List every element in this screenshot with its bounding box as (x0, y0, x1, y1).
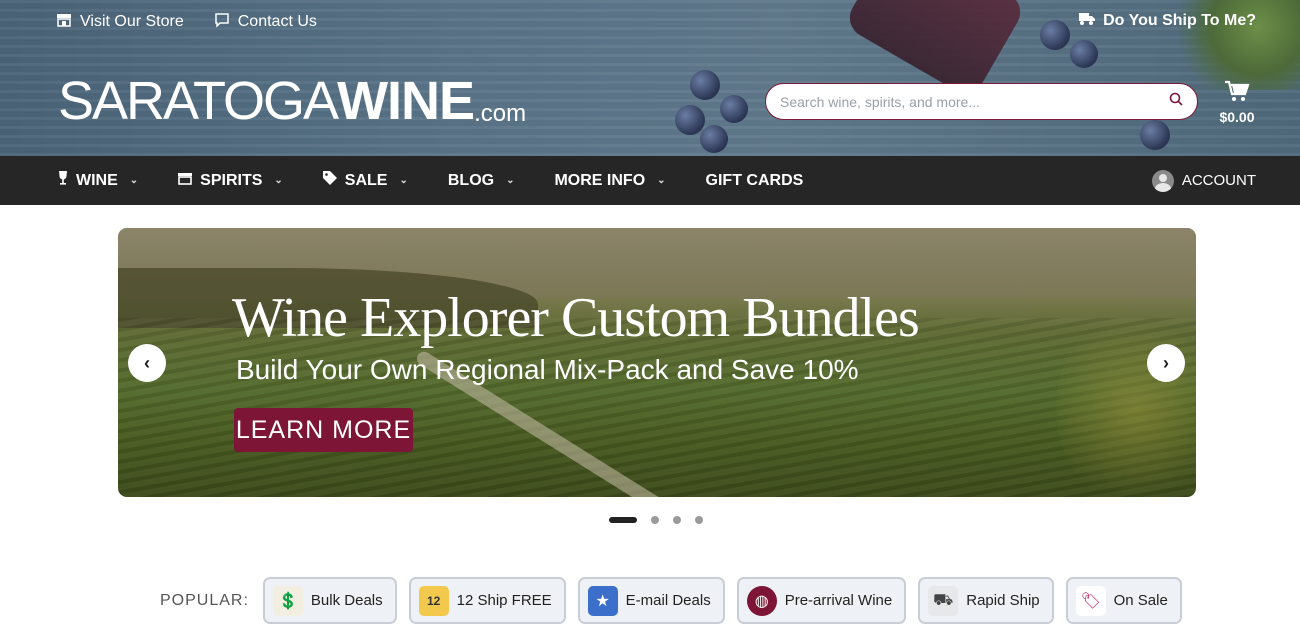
carousel-dot[interactable] (673, 516, 681, 524)
shipping-check-link[interactable]: Do You Ship To Me? (1079, 12, 1256, 30)
nav-label-more-info: MORE INFO (554, 171, 646, 189)
grape-image (1040, 20, 1070, 50)
visit-store-link[interactable]: Visit Our Store (56, 12, 184, 32)
pill-label: Bulk Deals (310, 592, 383, 609)
chat-icon (214, 12, 230, 32)
ship-question-label: Do You Ship To Me? (1103, 12, 1256, 29)
money-box-icon: 💲 (272, 585, 303, 616)
nav-item-more-info[interactable]: MORE INFO ⌄ (554, 172, 665, 190)
cart-total: $0.00 (1219, 109, 1255, 125)
chevron-right-icon: › (1163, 352, 1169, 373)
grape-image (1140, 120, 1170, 150)
popular-email-deals[interactable]: ★ E-mail Deals (577, 577, 725, 624)
site-logo[interactable]: SARATOGA WINE .com (58, 74, 526, 128)
nav-item-gift-cards[interactable]: GIFT CARDS (706, 172, 804, 190)
pill-label: Pre-arrival Wine (784, 592, 893, 609)
carousel-next-button[interactable]: › (1147, 344, 1185, 382)
chevron-down-icon: ⌄ (399, 175, 408, 186)
liquor-icon (178, 172, 193, 190)
search-bar (765, 83, 1198, 120)
popular-label: POPULAR: (160, 591, 249, 609)
contact-us-label: Contact Us (237, 13, 317, 30)
account-icon (1151, 169, 1174, 192)
cart-icon (1224, 80, 1250, 106)
cart-button[interactable]: $0.00 (1215, 80, 1259, 125)
nav-item-spirits[interactable]: SPIRITS ⌄ (178, 172, 283, 190)
main-navigation: WINE ⌄ SPIRITS ⌄ SALE ⌄ BLOG ⌄ MORE INFO… (0, 156, 1300, 205)
popular-rapid-ship[interactable]: ⛟ Rapid Ship (918, 577, 1054, 624)
popular-links: POPULAR: 💲 Bulk Deals 12 12 Ship FREE ★ … (160, 577, 1194, 624)
grape-image (675, 105, 705, 135)
carousel-dot-active[interactable] (609, 517, 637, 523)
globe-icon: ◍ (746, 585, 777, 616)
popular-on-sale[interactable]: 🏷 On Sale (1065, 577, 1182, 624)
carousel-indicators (609, 516, 703, 524)
learn-more-button[interactable]: LEARN MORE (234, 408, 413, 452)
search-icon[interactable] (1169, 92, 1183, 111)
chevron-down-icon: ⌄ (274, 175, 283, 186)
calendar-12-icon: 12 (418, 585, 449, 616)
chevron-left-icon: ‹ (144, 352, 150, 373)
tag-icon (322, 171, 337, 190)
logo-text-wine: WINE (337, 71, 475, 131)
grape-image (720, 95, 748, 123)
pill-label: 12 Ship FREE (456, 592, 552, 609)
nav-item-wine[interactable]: WINE ⌄ (58, 171, 138, 190)
logo-text-com: .com (474, 100, 527, 127)
hero-title: Wine Explorer Custom Bundles (232, 287, 920, 349)
utility-links: Visit Our Store Contact Us (56, 12, 317, 32)
search-input[interactable] (780, 93, 1169, 110)
chevron-down-icon: ⌄ (657, 175, 666, 186)
store-icon (56, 13, 72, 32)
chevron-down-icon: ⌄ (506, 175, 515, 186)
hero-subtitle: Build Your Own Regional Mix-Pack and Sav… (236, 354, 859, 385)
nav-item-blog[interactable]: BLOG ⌄ (448, 172, 515, 190)
carousel-dot[interactable] (651, 516, 659, 524)
logo-text-saratoga: SARATOGA (58, 71, 339, 131)
grape-image (1070, 40, 1098, 68)
wine-glass-icon (58, 171, 68, 190)
carousel-dot[interactable] (695, 516, 703, 524)
pill-label: Rapid Ship (966, 592, 1040, 609)
site-header: Visit Our Store Contact Us Do You Ship T… (0, 0, 1300, 156)
nav-label-blog: BLOG (447, 171, 495, 189)
carousel-prev-button[interactable]: ‹ (128, 344, 166, 382)
nav-label-gift-cards: GIFT CARDS (705, 171, 804, 189)
star-icon: ★ (587, 585, 618, 616)
account-label: ACCOUNT (1181, 172, 1256, 189)
pill-label: E-mail Deals (625, 592, 711, 609)
pill-label: On Sale (1113, 592, 1168, 609)
nav-label-sale: SALE (344, 171, 388, 189)
hero-carousel: Wine Explorer Custom Bundles Build Your … (118, 228, 1196, 497)
nav-item-sale[interactable]: SALE ⌄ (322, 171, 408, 190)
truck-icon (1079, 12, 1096, 30)
popular-pre-arrival-wine[interactable]: ◍ Pre-arrival Wine (736, 577, 907, 624)
sale-tag-icon: 🏷 (1075, 585, 1106, 616)
nav-label-spirits: SPIRITS (200, 171, 263, 189)
popular-12-ship-free[interactable]: 12 12 Ship FREE (408, 577, 566, 624)
nav-label-wine: WINE (76, 171, 118, 189)
truck-icon: ⛟ (928, 585, 959, 616)
visit-store-label: Visit Our Store (80, 13, 184, 30)
grape-image (690, 70, 720, 100)
chevron-down-icon: ⌄ (129, 175, 139, 186)
account-link[interactable]: ACCOUNT (1151, 156, 1256, 205)
popular-bulk-deals[interactable]: 💲 Bulk Deals (262, 577, 397, 624)
contact-us-link[interactable]: Contact Us (214, 12, 317, 32)
grape-image (700, 125, 728, 153)
